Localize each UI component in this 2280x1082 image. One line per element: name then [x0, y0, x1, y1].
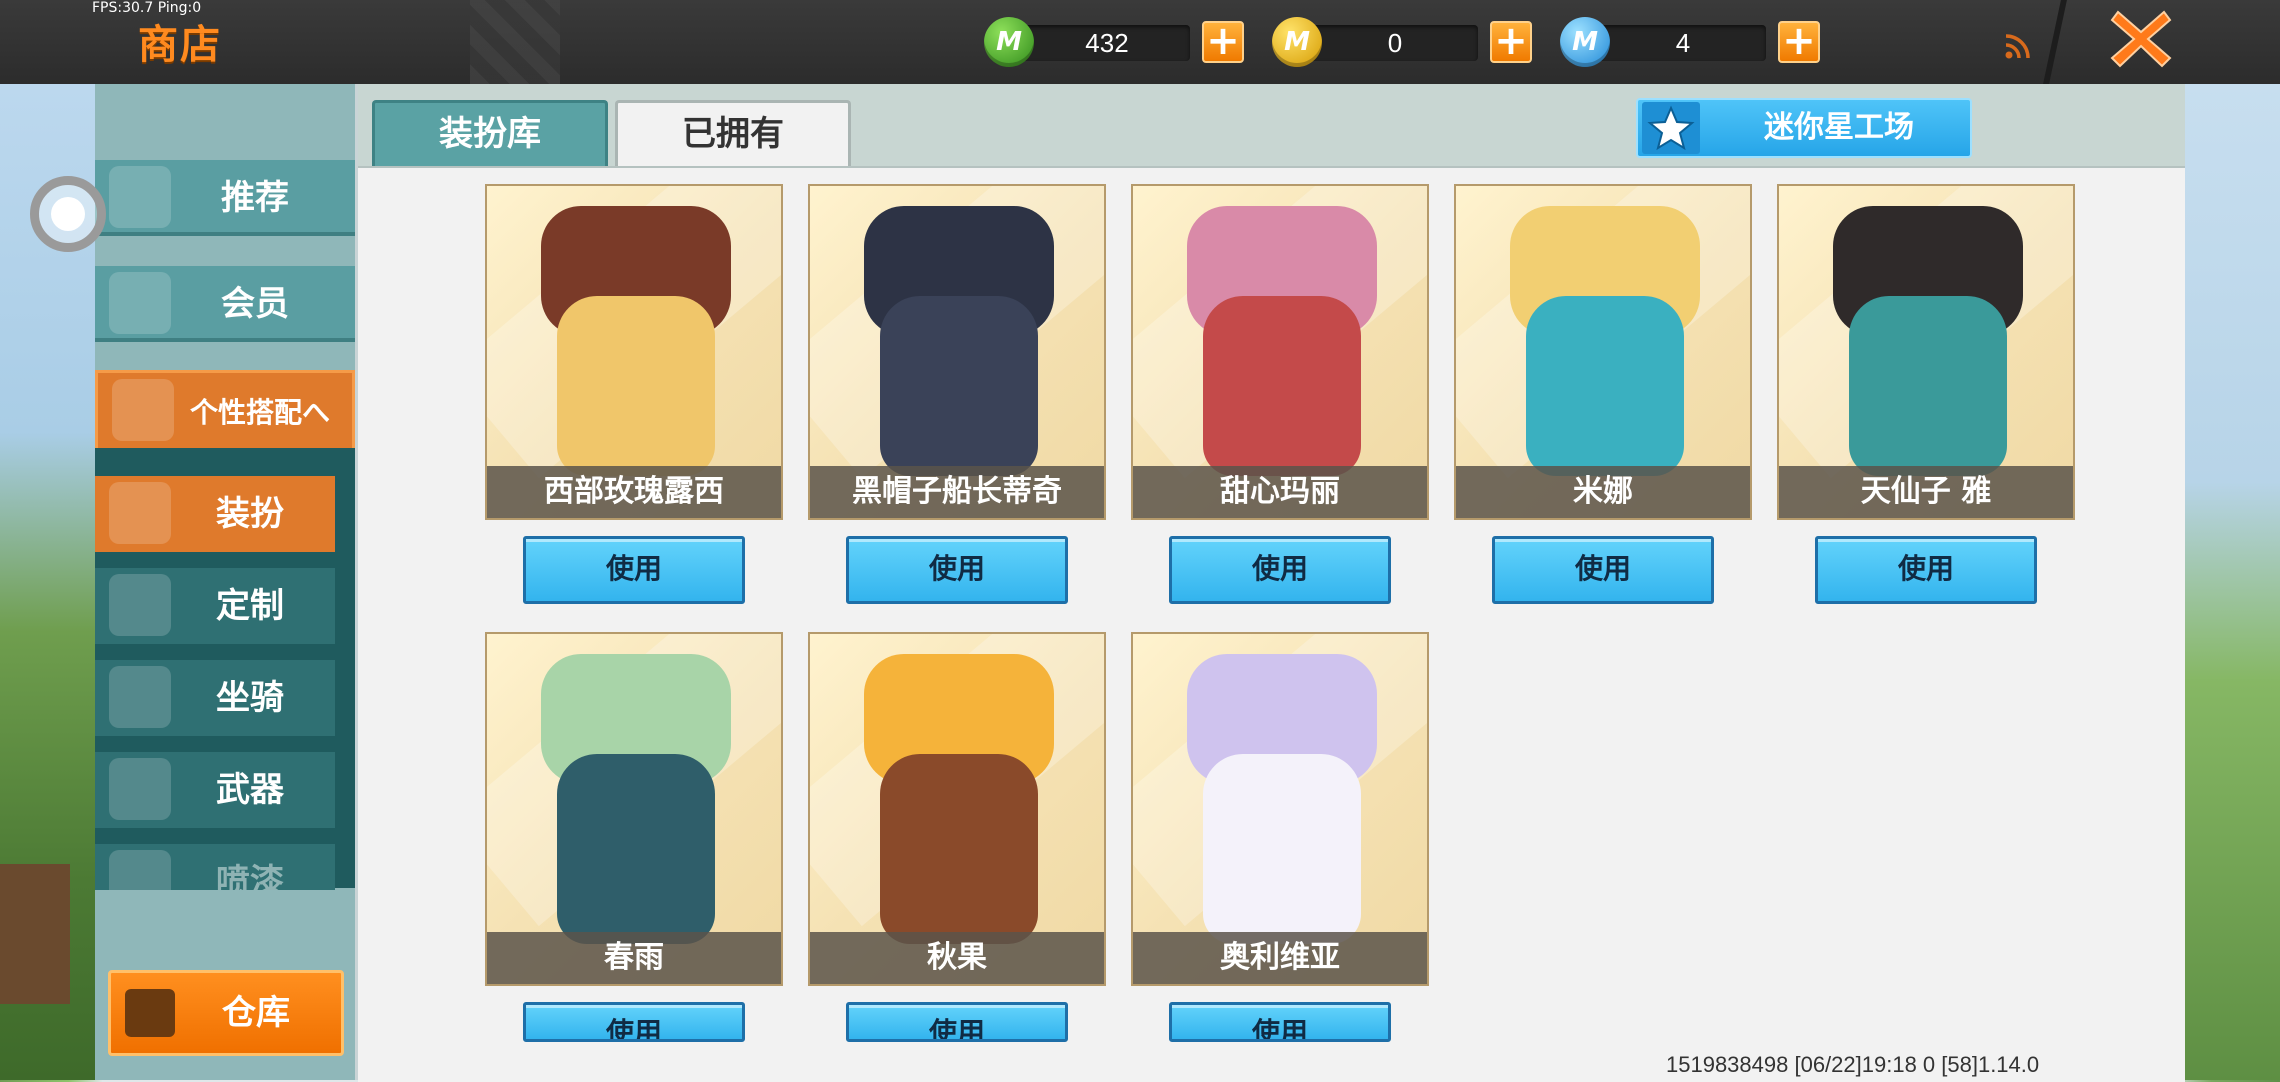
- page-title: 商店: [138, 22, 222, 68]
- sidebar-item-mount[interactable]: 坐骑: [95, 660, 335, 736]
- costume-name: 天仙子 雅: [1779, 466, 2073, 518]
- currency-amount: 432: [1085, 28, 1129, 58]
- mini-workshop-button[interactable]: 迷你星工场: [1636, 98, 1972, 158]
- sidebar-item-spray[interactable]: 喷漆: [95, 844, 335, 890]
- costume-name: 春雨: [487, 932, 781, 984]
- costume-name: 黑帽子船长蒂奇: [810, 466, 1104, 518]
- floating-assist-button[interactable]: [30, 176, 106, 252]
- sidebar-item-member[interactable]: 会员: [95, 266, 355, 342]
- tab-owned[interactable]: 已拥有: [615, 100, 851, 166]
- sidebar-group-personal-outfit[interactable]: 个性搭配へ: [95, 370, 355, 456]
- sidebar-item-label: 推荐: [221, 178, 289, 218]
- sidebar-item-label: 喷漆: [216, 862, 284, 890]
- use-button[interactable]: 使用: [1815, 536, 2037, 604]
- character-figure: [1526, 296, 1684, 476]
- costume-name: 西部玫瑰露西: [487, 466, 781, 518]
- use-button[interactable]: 使用: [846, 1002, 1068, 1042]
- character-figure: [1203, 754, 1361, 944]
- sidebar-item-label: 装扮: [216, 494, 284, 534]
- background-block: [0, 864, 70, 1004]
- sidebar-item-label: 武器: [216, 770, 284, 810]
- use-button[interactable]: 使用: [1169, 1002, 1391, 1042]
- star-icon: [1642, 102, 1700, 154]
- costume-artwork: 秋果: [808, 632, 1106, 986]
- warehouse-label: 仓库: [222, 993, 290, 1033]
- use-button[interactable]: 使用: [1169, 536, 1391, 604]
- costume-artwork: 春雨: [485, 632, 783, 986]
- costume-name: 甜心玛丽: [1133, 466, 1427, 518]
- chest-icon: [125, 989, 175, 1037]
- character-figure: [880, 754, 1038, 944]
- costume-artwork: 奥利维亚: [1131, 632, 1429, 986]
- currency-amount: 0: [1387, 28, 1403, 58]
- use-button[interactable]: 使用: [523, 1002, 745, 1042]
- costume-artwork: 黑帽子船长蒂奇: [808, 184, 1106, 520]
- sidebar-item-recommend[interactable]: 推荐: [95, 160, 355, 236]
- add-mini-point-button[interactable]: +: [1778, 21, 1820, 63]
- character-figure: [557, 754, 715, 944]
- network-signal-icon[interactable]: [2004, 32, 2032, 60]
- sidebar-item-customize[interactable]: 定制: [95, 568, 335, 644]
- use-button[interactable]: 使用: [1492, 536, 1714, 604]
- sidebar-group-label: 个性搭配へ: [189, 396, 330, 429]
- add-mini-gold-button[interactable]: +: [1490, 21, 1532, 63]
- sidebar-item-weapon[interactable]: 武器: [95, 752, 335, 828]
- close-icon[interactable]: [2108, 6, 2174, 72]
- mini-workshop-label: 迷你星工场: [1764, 110, 1914, 145]
- sidebar-item-label: 会员: [221, 284, 289, 324]
- use-button[interactable]: 使用: [846, 536, 1068, 604]
- costume-name: 米娜: [1456, 466, 1750, 518]
- top-bar-decoration: [470, 0, 560, 84]
- character-figure: [557, 296, 715, 476]
- character-figure: [880, 296, 1038, 476]
- top-bar: FPS:30.7 Ping:0 商店 M 432 + M 0 + M 4 +: [0, 0, 2280, 84]
- costume-artwork: 甜心玛丽: [1131, 184, 1429, 520]
- divider: [2043, 0, 2067, 84]
- sidebar-item-label: 坐骑: [216, 678, 284, 718]
- background-right: [2185, 84, 2280, 1080]
- character-figure: [1203, 296, 1361, 476]
- sidebar-item-label: 定制: [216, 586, 284, 626]
- character-figure: [1849, 296, 2007, 476]
- costume-name: 奥利维亚: [1133, 932, 1427, 984]
- tab-costume-library[interactable]: 装扮库: [372, 100, 608, 166]
- costume-artwork: 米娜: [1454, 184, 1752, 520]
- use-button[interactable]: 使用: [523, 536, 745, 604]
- sidebar-item-costume[interactable]: 装扮: [95, 476, 335, 552]
- currency-amount: 4: [1675, 28, 1691, 58]
- add-mini-bean-button[interactable]: +: [1202, 21, 1244, 63]
- costume-artwork: 天仙子 雅: [1777, 184, 2075, 520]
- costume-artwork: 西部玫瑰露西: [485, 184, 783, 520]
- account-version-info: 1519838498 [06/22]19:18 0 [58]1.14.0: [1666, 1052, 2040, 1077]
- warehouse-button[interactable]: 仓库: [108, 970, 344, 1056]
- costume-name: 秋果: [810, 932, 1104, 984]
